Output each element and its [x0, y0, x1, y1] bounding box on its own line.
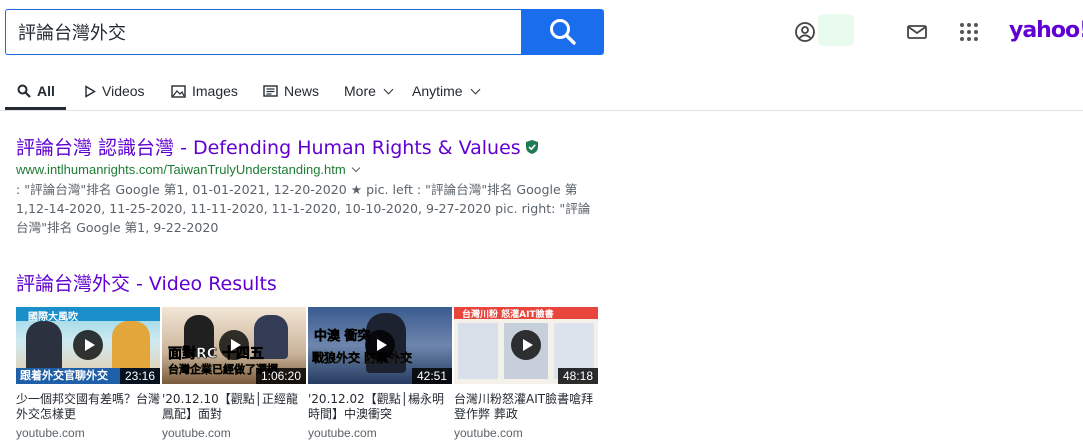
video-source: youtube.com	[162, 426, 231, 440]
tab-all[interactable]: All	[17, 82, 55, 100]
play-button-icon[interactable]	[219, 330, 249, 360]
video-thumbnail[interactable]: 國際大風吹 跟着外交官聊外交 23:16	[16, 307, 160, 384]
mail-icon[interactable]	[906, 21, 928, 43]
video-card[interactable]: 國際大風吹 跟着外交官聊外交 23:16 少一個邦交國有差嗎？台灣外交怎樣更 y…	[16, 307, 160, 440]
video-duration: 48:18	[557, 368, 598, 384]
video-caption[interactable]: '20.12.10【觀點│正經龍鳳配】面對	[162, 392, 306, 422]
yahoo-logo[interactable]: yahoo!	[1009, 18, 1083, 43]
video-caption[interactable]: 少一個邦交國有差嗎？台灣外交怎樣更	[16, 392, 160, 422]
tab-videos[interactable]: Videos	[84, 82, 145, 100]
tab-label: All	[37, 83, 55, 99]
video-card[interactable]: 台灣川粉 怒灌AIT臉書 48:18 台灣川粉怒灌AIT臉書嗆拜登作弊 葬政 y…	[454, 307, 598, 440]
thumb-banner: 跟着外交官聊外交	[20, 369, 108, 382]
video-source: youtube.com	[308, 426, 377, 440]
search-icon	[549, 19, 576, 45]
anytime-filter[interactable]: Anytime	[412, 82, 481, 100]
chevron-down-icon[interactable]	[351, 163, 360, 172]
search-box[interactable]	[5, 9, 521, 55]
video-thumbnail[interactable]: 面對RC 十四五 台灣企業已經做了選擇 1:06:20	[162, 307, 306, 384]
tab-images[interactable]: Images	[171, 82, 238, 100]
chevron-down-icon	[383, 84, 394, 94]
tab-label: Anytime	[412, 83, 463, 99]
thumb-banner: 戰狼外交 防禦外交	[312, 351, 413, 365]
chevron-down-icon	[470, 84, 481, 94]
apps-grid-icon[interactable]	[958, 21, 980, 43]
news-icon	[263, 85, 278, 97]
video-duration: 42:51	[411, 368, 452, 384]
tab-label: Images	[192, 83, 238, 99]
result-url-text: www.intlhumanrights.com/TaiwanTrulyUnder…	[16, 162, 346, 177]
video-caption[interactable]: '20.12.02【觀點│楊永明時間】中澳衝突	[308, 392, 452, 422]
result-url[interactable]: www.intlhumanrights.com/TaiwanTrulyUnder…	[16, 162, 360, 177]
search-icon	[17, 84, 31, 98]
play-button-icon[interactable]	[73, 330, 103, 360]
video-thumbnail[interactable]: 台灣川粉 怒灌AIT臉書 48:18	[454, 307, 598, 384]
video-card[interactable]: 面對RC 十四五 台灣企業已經做了選擇 1:06:20 '20.12.10【觀點…	[162, 307, 306, 440]
video-card[interactable]: 中澳 衝突 戰狼外交 防禦外交 42:51 '20.12.02【觀點│楊永明時間…	[308, 307, 452, 440]
user-icon[interactable]	[794, 21, 816, 43]
result-title-link[interactable]: 評論台灣 認識台灣 - Defending Human Rights & Val…	[16, 133, 539, 160]
search-input[interactable]	[16, 20, 510, 44]
video-duration: 1:06:20	[255, 368, 306, 384]
video-caption[interactable]: 台灣川粉怒灌AIT臉書嗆拜登作弊 葬政	[454, 392, 598, 422]
video-thumbnail[interactable]: 中澳 衝突 戰狼外交 防禦外交 42:51	[308, 307, 452, 384]
tab-more[interactable]: More	[344, 82, 394, 100]
play-button-icon[interactable]	[365, 330, 395, 360]
active-tab-indicator	[5, 107, 66, 110]
result-snippet: : "評論台灣"排名 Google 第1, 01-01-2021, 12-20-…	[16, 182, 591, 235]
video-source: youtube.com	[16, 426, 85, 440]
thumb-text: 台灣川粉 怒灌AIT臉書	[462, 310, 554, 320]
tab-label: More	[344, 83, 376, 99]
image-icon	[171, 84, 186, 98]
result-title: 評論台灣 認識台灣 - Defending Human Rights & Val…	[16, 137, 521, 159]
avatar[interactable]	[818, 14, 854, 46]
play-button-icon[interactable]	[511, 330, 541, 360]
video-results-title[interactable]: 評論台灣外交 - Video Results	[16, 269, 277, 296]
play-icon	[85, 84, 96, 98]
video-duration: 23:16	[119, 368, 160, 384]
verified-shield-icon	[525, 139, 538, 154]
thumb-text: 面對RC 十四五	[168, 346, 265, 363]
thumb-text: 中澳 衝突	[314, 329, 371, 345]
tab-label: Videos	[102, 83, 145, 99]
search-tabs: All Videos Images News More Anytime	[0, 70, 1083, 111]
tab-news[interactable]: News	[263, 82, 319, 100]
search-button[interactable]	[521, 9, 604, 55]
tab-label: News	[284, 83, 320, 99]
thumb-text: 國際大風吹	[28, 312, 78, 323]
video-source: youtube.com	[454, 426, 523, 440]
